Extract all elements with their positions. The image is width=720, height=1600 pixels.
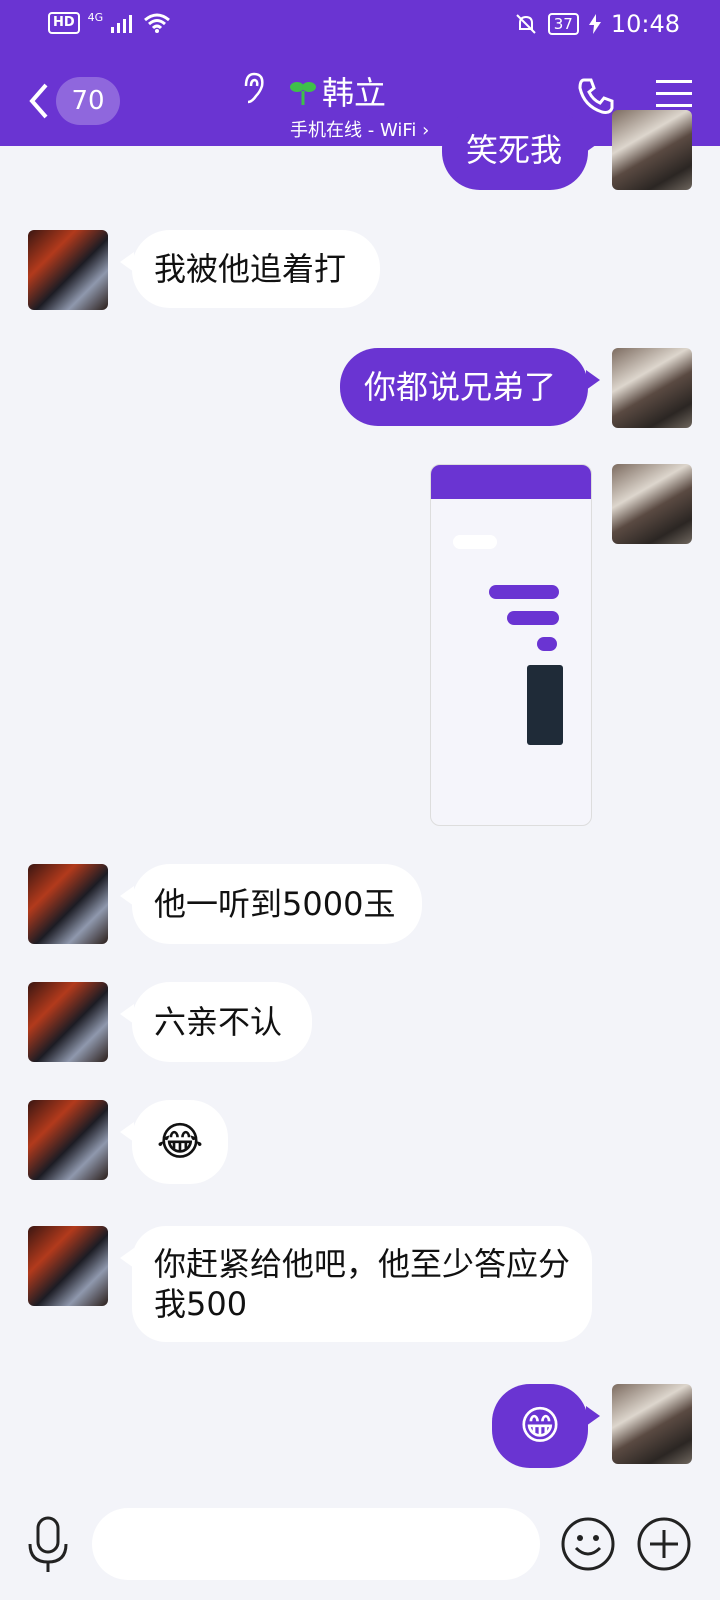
plus-icon[interactable] — [636, 1516, 692, 1572]
online-status-text: 手机在线 - WiFi — [290, 120, 417, 141]
message-bubble-incoming[interactable]: 他一听到5000玉 — [120, 864, 422, 944]
input-bar — [0, 1500, 720, 1600]
sprout-icon — [290, 82, 316, 105]
avatar-contact[interactable] — [28, 864, 108, 944]
message-bubble-incoming[interactable]: 六亲不认 — [120, 982, 312, 1062]
microphone-icon[interactable] — [26, 1516, 70, 1574]
thumbnail-bubble — [507, 611, 559, 625]
back-button[interactable]: 70 — [28, 76, 128, 126]
message-text: 我被他追着打 — [154, 250, 347, 288]
avatar-self[interactable] — [612, 464, 692, 544]
chevron-right-icon: › — [422, 120, 430, 141]
message-text: 六亲不认 — [154, 1003, 283, 1041]
wifi-icon — [144, 13, 171, 33]
chat-title: 韩立 — [322, 74, 387, 112]
unread-badge: 70 — [56, 77, 120, 125]
message-bubble-incoming[interactable]: 😂 — [120, 1100, 228, 1184]
hd-indicator: HD — [48, 12, 80, 34]
phone-call-icon[interactable] — [576, 76, 616, 116]
message-input[interactable] — [92, 1508, 540, 1580]
charging-icon — [588, 14, 601, 34]
message-bubble-outgoing[interactable]: 你都说兄弟了 — [340, 348, 600, 426]
avatar-self[interactable] — [612, 1384, 692, 1464]
message-bubble-outgoing[interactable]: 😁 — [492, 1384, 600, 1468]
message-bubble-incoming[interactable]: 你赶紧给他吧，他至少答应分我500 — [120, 1226, 592, 1342]
message-bubble-incoming[interactable]: 我被他追着打 — [120, 230, 380, 308]
signal-icon — [111, 15, 133, 33]
status-bar: HD 4G 37 10:48 — [0, 0, 720, 50]
clock: 10:48 — [610, 10, 680, 38]
battery-indicator: 37 — [547, 13, 579, 35]
message-bubble-outgoing[interactable]: 笑死我 — [442, 110, 600, 190]
message-text: 他一听到5000玉 — [154, 885, 396, 923]
laughing-tears-emoji: 😂 — [156, 1119, 204, 1165]
mute-bell-icon — [516, 14, 536, 34]
message-text: 笑死我 — [466, 131, 563, 169]
thumbnail-bubble — [489, 585, 559, 599]
image-message-thumbnail[interactable] — [430, 464, 592, 826]
menu-icon[interactable] — [656, 78, 692, 110]
thumbnail-bubble — [537, 637, 557, 651]
message-text: 你都说兄弟了 — [364, 368, 557, 406]
avatar-self[interactable] — [612, 348, 692, 428]
emoji-icon[interactable] — [560, 1516, 616, 1572]
avatar-contact[interactable] — [28, 1226, 108, 1306]
network-type: 4G — [87, 10, 104, 24]
back-chevron-icon — [29, 83, 48, 119]
thumbnail-nested-image — [527, 665, 563, 745]
thumbnail-bubble — [453, 535, 497, 549]
message-text: 你赶紧给他吧，他至少答应分我500 — [154, 1245, 571, 1323]
avatar-self[interactable] — [612, 110, 692, 190]
avatar-contact[interactable] — [28, 230, 108, 310]
avatar-contact[interactable] — [28, 1100, 108, 1180]
grinning-emoji: 😁 — [519, 1403, 561, 1449]
avatar-contact[interactable] — [28, 982, 108, 1062]
thumbnail-header — [431, 465, 591, 499]
ear-icon[interactable] — [240, 72, 266, 108]
